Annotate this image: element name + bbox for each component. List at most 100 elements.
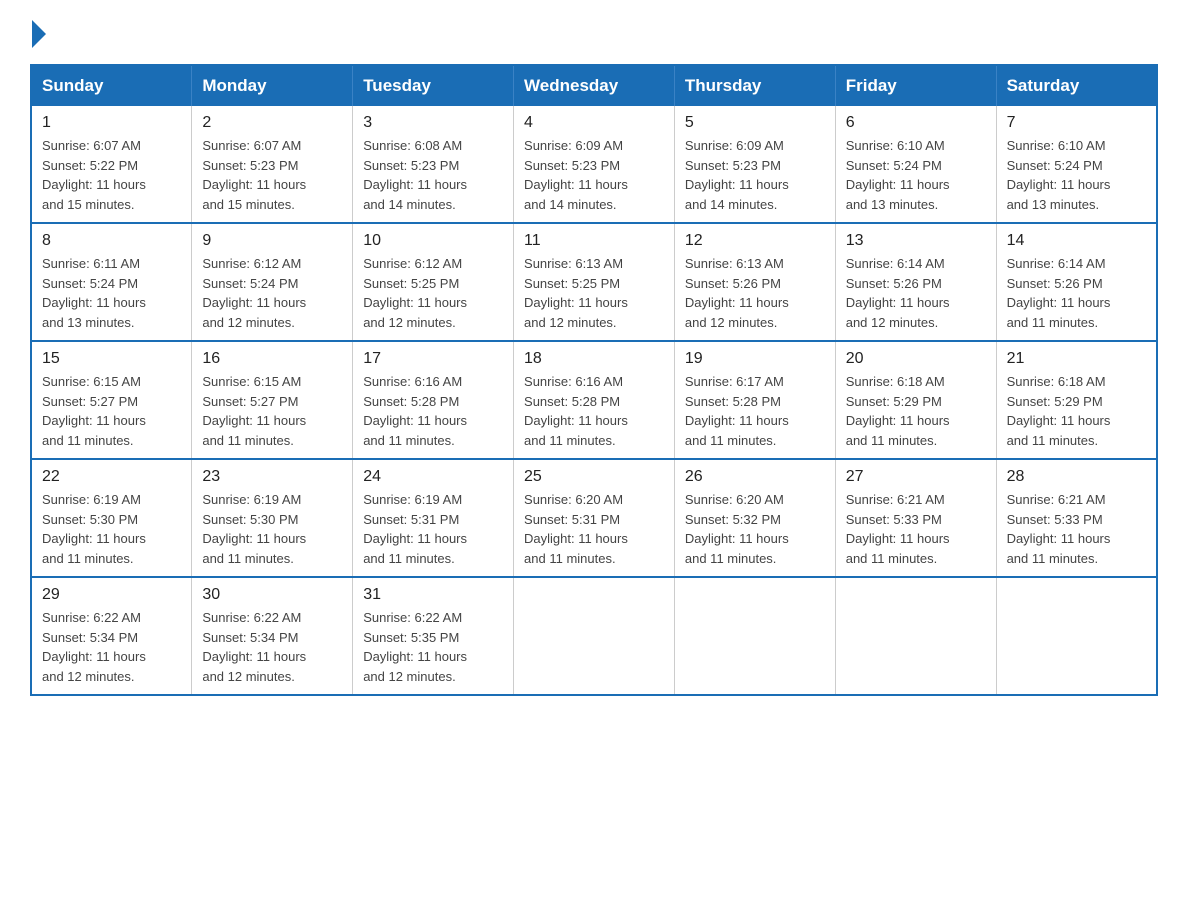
day-number: 17 — [363, 350, 503, 368]
calendar-day-cell: 27 Sunrise: 6:21 AM Sunset: 5:33 PM Dayl… — [835, 459, 996, 577]
day-info: Sunrise: 6:14 AM Sunset: 5:26 PM Dayligh… — [1007, 254, 1146, 332]
calendar-day-cell — [514, 577, 675, 695]
day-info: Sunrise: 6:13 AM Sunset: 5:25 PM Dayligh… — [524, 254, 664, 332]
day-info: Sunrise: 6:11 AM Sunset: 5:24 PM Dayligh… — [42, 254, 181, 332]
day-info: Sunrise: 6:19 AM Sunset: 5:30 PM Dayligh… — [202, 490, 342, 568]
calendar-week-row: 15 Sunrise: 6:15 AM Sunset: 5:27 PM Dayl… — [31, 341, 1157, 459]
day-info: Sunrise: 6:15 AM Sunset: 5:27 PM Dayligh… — [42, 372, 181, 450]
calendar-day-cell: 22 Sunrise: 6:19 AM Sunset: 5:30 PM Dayl… — [31, 459, 192, 577]
day-info: Sunrise: 6:16 AM Sunset: 5:28 PM Dayligh… — [363, 372, 503, 450]
day-number: 8 — [42, 232, 181, 250]
day-number: 15 — [42, 350, 181, 368]
day-number: 2 — [202, 114, 342, 132]
calendar-day-cell: 18 Sunrise: 6:16 AM Sunset: 5:28 PM Dayl… — [514, 341, 675, 459]
page-header — [30, 20, 1158, 48]
day-info: Sunrise: 6:14 AM Sunset: 5:26 PM Dayligh… — [846, 254, 986, 332]
day-number: 6 — [846, 114, 986, 132]
calendar-day-cell: 3 Sunrise: 6:08 AM Sunset: 5:23 PM Dayli… — [353, 106, 514, 223]
logo-blue-text — [30, 20, 46, 48]
day-info: Sunrise: 6:22 AM Sunset: 5:34 PM Dayligh… — [42, 608, 181, 686]
weekday-header-friday: Friday — [835, 65, 996, 106]
day-info: Sunrise: 6:10 AM Sunset: 5:24 PM Dayligh… — [1007, 136, 1146, 214]
calendar-day-cell: 1 Sunrise: 6:07 AM Sunset: 5:22 PM Dayli… — [31, 106, 192, 223]
day-info: Sunrise: 6:10 AM Sunset: 5:24 PM Dayligh… — [846, 136, 986, 214]
day-info: Sunrise: 6:09 AM Sunset: 5:23 PM Dayligh… — [685, 136, 825, 214]
day-info: Sunrise: 6:12 AM Sunset: 5:24 PM Dayligh… — [202, 254, 342, 332]
day-info: Sunrise: 6:22 AM Sunset: 5:34 PM Dayligh… — [202, 608, 342, 686]
day-number: 29 — [42, 586, 181, 604]
day-info: Sunrise: 6:19 AM Sunset: 5:31 PM Dayligh… — [363, 490, 503, 568]
day-info: Sunrise: 6:18 AM Sunset: 5:29 PM Dayligh… — [1007, 372, 1146, 450]
calendar-day-cell: 19 Sunrise: 6:17 AM Sunset: 5:28 PM Dayl… — [674, 341, 835, 459]
calendar-day-cell: 24 Sunrise: 6:19 AM Sunset: 5:31 PM Dayl… — [353, 459, 514, 577]
calendar-body: 1 Sunrise: 6:07 AM Sunset: 5:22 PM Dayli… — [31, 106, 1157, 695]
day-number: 26 — [685, 468, 825, 486]
calendar-header: SundayMondayTuesdayWednesdayThursdayFrid… — [31, 65, 1157, 106]
calendar-day-cell: 20 Sunrise: 6:18 AM Sunset: 5:29 PM Dayl… — [835, 341, 996, 459]
calendar-day-cell: 11 Sunrise: 6:13 AM Sunset: 5:25 PM Dayl… — [514, 223, 675, 341]
day-number: 30 — [202, 586, 342, 604]
day-info: Sunrise: 6:09 AM Sunset: 5:23 PM Dayligh… — [524, 136, 664, 214]
day-number: 16 — [202, 350, 342, 368]
calendar-day-cell: 13 Sunrise: 6:14 AM Sunset: 5:26 PM Dayl… — [835, 223, 996, 341]
day-info: Sunrise: 6:15 AM Sunset: 5:27 PM Dayligh… — [202, 372, 342, 450]
day-number: 28 — [1007, 468, 1146, 486]
day-number: 27 — [846, 468, 986, 486]
day-number: 4 — [524, 114, 664, 132]
day-number: 31 — [363, 586, 503, 604]
logo-triangle-icon — [32, 20, 46, 48]
calendar-day-cell: 23 Sunrise: 6:19 AM Sunset: 5:30 PM Dayl… — [192, 459, 353, 577]
calendar-table: SundayMondayTuesdayWednesdayThursdayFrid… — [30, 64, 1158, 696]
day-number: 25 — [524, 468, 664, 486]
calendar-day-cell: 26 Sunrise: 6:20 AM Sunset: 5:32 PM Dayl… — [674, 459, 835, 577]
day-number: 10 — [363, 232, 503, 250]
day-number: 14 — [1007, 232, 1146, 250]
calendar-day-cell — [996, 577, 1157, 695]
calendar-day-cell: 31 Sunrise: 6:22 AM Sunset: 5:35 PM Dayl… — [353, 577, 514, 695]
day-info: Sunrise: 6:08 AM Sunset: 5:23 PM Dayligh… — [363, 136, 503, 214]
calendar-day-cell: 10 Sunrise: 6:12 AM Sunset: 5:25 PM Dayl… — [353, 223, 514, 341]
day-info: Sunrise: 6:22 AM Sunset: 5:35 PM Dayligh… — [363, 608, 503, 686]
calendar-day-cell: 12 Sunrise: 6:13 AM Sunset: 5:26 PM Dayl… — [674, 223, 835, 341]
day-number: 11 — [524, 232, 664, 250]
weekday-header-saturday: Saturday — [996, 65, 1157, 106]
day-number: 7 — [1007, 114, 1146, 132]
calendar-week-row: 29 Sunrise: 6:22 AM Sunset: 5:34 PM Dayl… — [31, 577, 1157, 695]
day-number: 21 — [1007, 350, 1146, 368]
calendar-day-cell: 9 Sunrise: 6:12 AM Sunset: 5:24 PM Dayli… — [192, 223, 353, 341]
calendar-day-cell: 8 Sunrise: 6:11 AM Sunset: 5:24 PM Dayli… — [31, 223, 192, 341]
calendar-day-cell: 14 Sunrise: 6:14 AM Sunset: 5:26 PM Dayl… — [996, 223, 1157, 341]
day-number: 1 — [42, 114, 181, 132]
weekday-header-monday: Monday — [192, 65, 353, 106]
day-info: Sunrise: 6:20 AM Sunset: 5:32 PM Dayligh… — [685, 490, 825, 568]
logo — [30, 20, 46, 48]
day-number: 19 — [685, 350, 825, 368]
weekday-header-thursday: Thursday — [674, 65, 835, 106]
calendar-week-row: 22 Sunrise: 6:19 AM Sunset: 5:30 PM Dayl… — [31, 459, 1157, 577]
weekday-header-row: SundayMondayTuesdayWednesdayThursdayFrid… — [31, 65, 1157, 106]
weekday-header-wednesday: Wednesday — [514, 65, 675, 106]
calendar-day-cell: 28 Sunrise: 6:21 AM Sunset: 5:33 PM Dayl… — [996, 459, 1157, 577]
calendar-day-cell — [835, 577, 996, 695]
calendar-week-row: 1 Sunrise: 6:07 AM Sunset: 5:22 PM Dayli… — [31, 106, 1157, 223]
calendar-day-cell: 5 Sunrise: 6:09 AM Sunset: 5:23 PM Dayli… — [674, 106, 835, 223]
calendar-day-cell: 25 Sunrise: 6:20 AM Sunset: 5:31 PM Dayl… — [514, 459, 675, 577]
calendar-day-cell: 16 Sunrise: 6:15 AM Sunset: 5:27 PM Dayl… — [192, 341, 353, 459]
calendar-day-cell: 15 Sunrise: 6:15 AM Sunset: 5:27 PM Dayl… — [31, 341, 192, 459]
day-info: Sunrise: 6:19 AM Sunset: 5:30 PM Dayligh… — [42, 490, 181, 568]
calendar-day-cell: 29 Sunrise: 6:22 AM Sunset: 5:34 PM Dayl… — [31, 577, 192, 695]
calendar-day-cell: 17 Sunrise: 6:16 AM Sunset: 5:28 PM Dayl… — [353, 341, 514, 459]
calendar-day-cell: 4 Sunrise: 6:09 AM Sunset: 5:23 PM Dayli… — [514, 106, 675, 223]
day-number: 20 — [846, 350, 986, 368]
weekday-header-sunday: Sunday — [31, 65, 192, 106]
day-info: Sunrise: 6:07 AM Sunset: 5:22 PM Dayligh… — [42, 136, 181, 214]
day-number: 13 — [846, 232, 986, 250]
day-number: 18 — [524, 350, 664, 368]
day-number: 5 — [685, 114, 825, 132]
day-number: 9 — [202, 232, 342, 250]
day-info: Sunrise: 6:12 AM Sunset: 5:25 PM Dayligh… — [363, 254, 503, 332]
day-number: 23 — [202, 468, 342, 486]
calendar-day-cell: 7 Sunrise: 6:10 AM Sunset: 5:24 PM Dayli… — [996, 106, 1157, 223]
day-info: Sunrise: 6:17 AM Sunset: 5:28 PM Dayligh… — [685, 372, 825, 450]
day-info: Sunrise: 6:13 AM Sunset: 5:26 PM Dayligh… — [685, 254, 825, 332]
